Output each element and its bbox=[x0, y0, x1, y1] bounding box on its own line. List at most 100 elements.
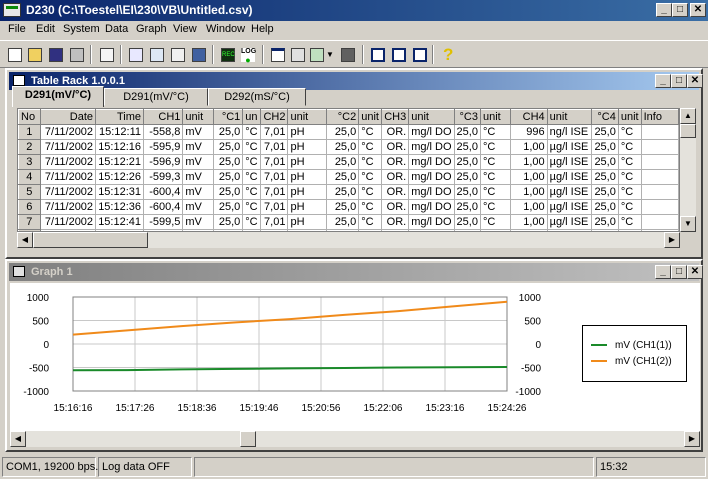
table-cell[interactable]: °C bbox=[242, 214, 261, 230]
table-cell[interactable]: µg/l ISE bbox=[546, 214, 593, 230]
table-cell[interactable]: 25,0 bbox=[326, 139, 360, 155]
menu-data[interactable]: Data bbox=[105, 23, 128, 35]
table-cell[interactable]: mV bbox=[182, 199, 214, 215]
graph-scroll-thumb[interactable] bbox=[240, 431, 256, 447]
menu-file[interactable]: File bbox=[8, 23, 26, 35]
table-cell[interactable]: 3 bbox=[18, 154, 41, 170]
table-cell[interactable] bbox=[640, 124, 679, 140]
table-cell[interactable]: 7,01 bbox=[259, 169, 289, 185]
table-cell[interactable]: °C bbox=[617, 199, 642, 215]
table-cell[interactable]: mV bbox=[182, 214, 214, 230]
table-horizontal-scrollbar[interactable]: ◀ ▶ bbox=[17, 232, 680, 248]
table-cell[interactable]: 5 bbox=[18, 184, 41, 200]
table-cell[interactable]: °C bbox=[479, 184, 512, 200]
edit-button[interactable] bbox=[167, 44, 188, 65]
print-button[interactable] bbox=[66, 44, 87, 65]
table-cell[interactable]: °C bbox=[617, 154, 642, 170]
table-cell[interactable]: 25,0 bbox=[453, 169, 481, 185]
graph-horizontal-scrollbar[interactable]: ◀ ▶ bbox=[10, 431, 700, 447]
table-cell[interactable]: 15:12:36 bbox=[95, 199, 145, 215]
table-cell[interactable]: 7/11/2002 bbox=[39, 124, 97, 140]
table-cell[interactable]: °C bbox=[358, 199, 383, 215]
table-cell[interactable]: °C bbox=[242, 184, 261, 200]
table-cell[interactable]: 25,0 bbox=[453, 124, 481, 140]
column-header[interactable]: CH1 bbox=[143, 109, 184, 125]
tab-d292[interactable]: D292(mS/°C) bbox=[208, 88, 306, 106]
table-row[interactable]: 4 7/11/2002 15:12:26 -599,3 mV 25,0 °C 7,01 pH 25… bbox=[18, 169, 679, 185]
table-cell[interactable]: 25,0 bbox=[212, 139, 244, 155]
data-table[interactable]: No Date Time CH1 unit °C1 un CH2 unit °C2 unit CH3 u… bbox=[17, 108, 680, 232]
table-cell[interactable]: 7,01 bbox=[259, 139, 289, 155]
table-cell[interactable]: mg/l DO bbox=[408, 139, 455, 155]
table-cell[interactable]: °C bbox=[242, 124, 261, 140]
table-cell[interactable]: -599,3 bbox=[143, 169, 184, 185]
table-cell[interactable]: 1,00 bbox=[510, 139, 548, 155]
save-data-button[interactable] bbox=[188, 44, 209, 65]
table-cell[interactable] bbox=[640, 199, 679, 215]
table-cell[interactable]: ng/l ISE bbox=[546, 124, 593, 140]
column-header[interactable]: unit bbox=[287, 109, 328, 125]
hscroll-thumb[interactable] bbox=[33, 232, 148, 248]
table-cell[interactable]: 7,01 bbox=[259, 124, 289, 140]
column-header[interactable]: unit bbox=[358, 109, 383, 125]
table-row[interactable]: 3 7/11/2002 15:12:21 -596,9 mV 25,0 °C 7,01 pH 25… bbox=[18, 154, 679, 170]
scroll-right-icon[interactable]: ▶ bbox=[684, 431, 700, 447]
table-cell[interactable]: 25,0 bbox=[326, 169, 360, 185]
table-cell[interactable]: 15:12:26 bbox=[95, 169, 145, 185]
table-cell[interactable]: 25,0 bbox=[326, 154, 360, 170]
graph-minimize-button[interactable]: _ bbox=[655, 265, 671, 279]
table-cell[interactable]: 25,0 bbox=[591, 139, 619, 155]
save-button[interactable] bbox=[45, 44, 66, 65]
table-cell[interactable]: µg/l ISE bbox=[546, 199, 593, 215]
table-cell[interactable]: °C bbox=[358, 124, 383, 140]
table-cell[interactable]: 1,00 bbox=[510, 154, 548, 170]
column-header[interactable]: CH3 bbox=[381, 109, 410, 125]
table-cell[interactable]: 25,0 bbox=[212, 124, 244, 140]
help-button[interactable]: ? bbox=[437, 44, 458, 65]
tab-d291-1[interactable]: D291(mV/°C) bbox=[12, 86, 104, 107]
table-cell[interactable]: mg/l DO bbox=[408, 214, 455, 230]
menu-help[interactable]: Help bbox=[251, 23, 274, 35]
menu-graph[interactable]: Graph bbox=[136, 23, 167, 35]
column-header[interactable]: No bbox=[18, 109, 41, 125]
graph-maximize-button[interactable]: □ bbox=[671, 265, 687, 279]
table-cell[interactable]: 7/11/2002 bbox=[39, 139, 97, 155]
scroll-down-icon[interactable]: ▼ bbox=[680, 216, 696, 232]
table-cell[interactable]: 25,0 bbox=[591, 124, 619, 140]
table-cell[interactable]: 15:12:16 bbox=[95, 139, 145, 155]
table-cell[interactable]: 1,00 bbox=[510, 184, 548, 200]
column-header[interactable]: CH4 bbox=[510, 109, 548, 125]
close-button[interactable]: ✕ bbox=[690, 3, 706, 17]
cascade-button[interactable] bbox=[409, 44, 430, 65]
column-header[interactable]: unit bbox=[479, 109, 512, 125]
table-cell[interactable]: 25,0 bbox=[591, 199, 619, 215]
column-header[interactable]: °C2 bbox=[326, 109, 360, 125]
table-cell[interactable]: mg/l DO bbox=[408, 184, 455, 200]
scroll-right-icon[interactable]: ▶ bbox=[664, 232, 680, 248]
table-cell[interactable]: °C bbox=[617, 214, 642, 230]
column-header[interactable]: CH2 bbox=[259, 109, 289, 125]
table-cell[interactable]: °C bbox=[358, 214, 383, 230]
table-cell[interactable]: 25,0 bbox=[212, 184, 244, 200]
menu-view[interactable]: View bbox=[173, 23, 197, 35]
table-cell[interactable]: 1,00 bbox=[510, 199, 548, 215]
table-cell[interactable]: µg/l ISE bbox=[546, 184, 593, 200]
table-row[interactable]: 2 7/11/2002 15:12:16 -595,9 mV 25,0 °C 7,01 pH 25… bbox=[18, 139, 679, 155]
table-cell[interactable]: 7 bbox=[18, 214, 41, 230]
table-cell[interactable]: 15:12:31 bbox=[95, 184, 145, 200]
table-cell[interactable] bbox=[640, 169, 679, 185]
window-button[interactable] bbox=[267, 44, 288, 65]
table-cell[interactable]: -596,9 bbox=[143, 154, 184, 170]
scroll-left-icon[interactable]: ◀ bbox=[17, 232, 33, 248]
table-cell[interactable]: mV bbox=[182, 154, 214, 170]
table-cell[interactable]: pH bbox=[287, 124, 328, 140]
table-row[interactable]: 6 7/11/2002 15:12:36 -600,4 mV 25,0 °C 7,01 pH 25… bbox=[18, 199, 679, 215]
table-cell[interactable]: 25,0 bbox=[326, 184, 360, 200]
table-row[interactable]: 7 7/11/2002 15:12:41 -599,5 mV 25,0 °C 7,01 pH 25… bbox=[18, 214, 679, 230]
table-cell[interactable]: °C bbox=[358, 184, 383, 200]
table-cell[interactable]: 7,01 bbox=[259, 199, 289, 215]
table-cell[interactable]: -600,4 bbox=[143, 199, 184, 215]
table-cell[interactable]: 25,0 bbox=[591, 214, 619, 230]
table-cell[interactable]: °C bbox=[242, 199, 261, 215]
table-cell[interactable]: 25,0 bbox=[591, 154, 619, 170]
